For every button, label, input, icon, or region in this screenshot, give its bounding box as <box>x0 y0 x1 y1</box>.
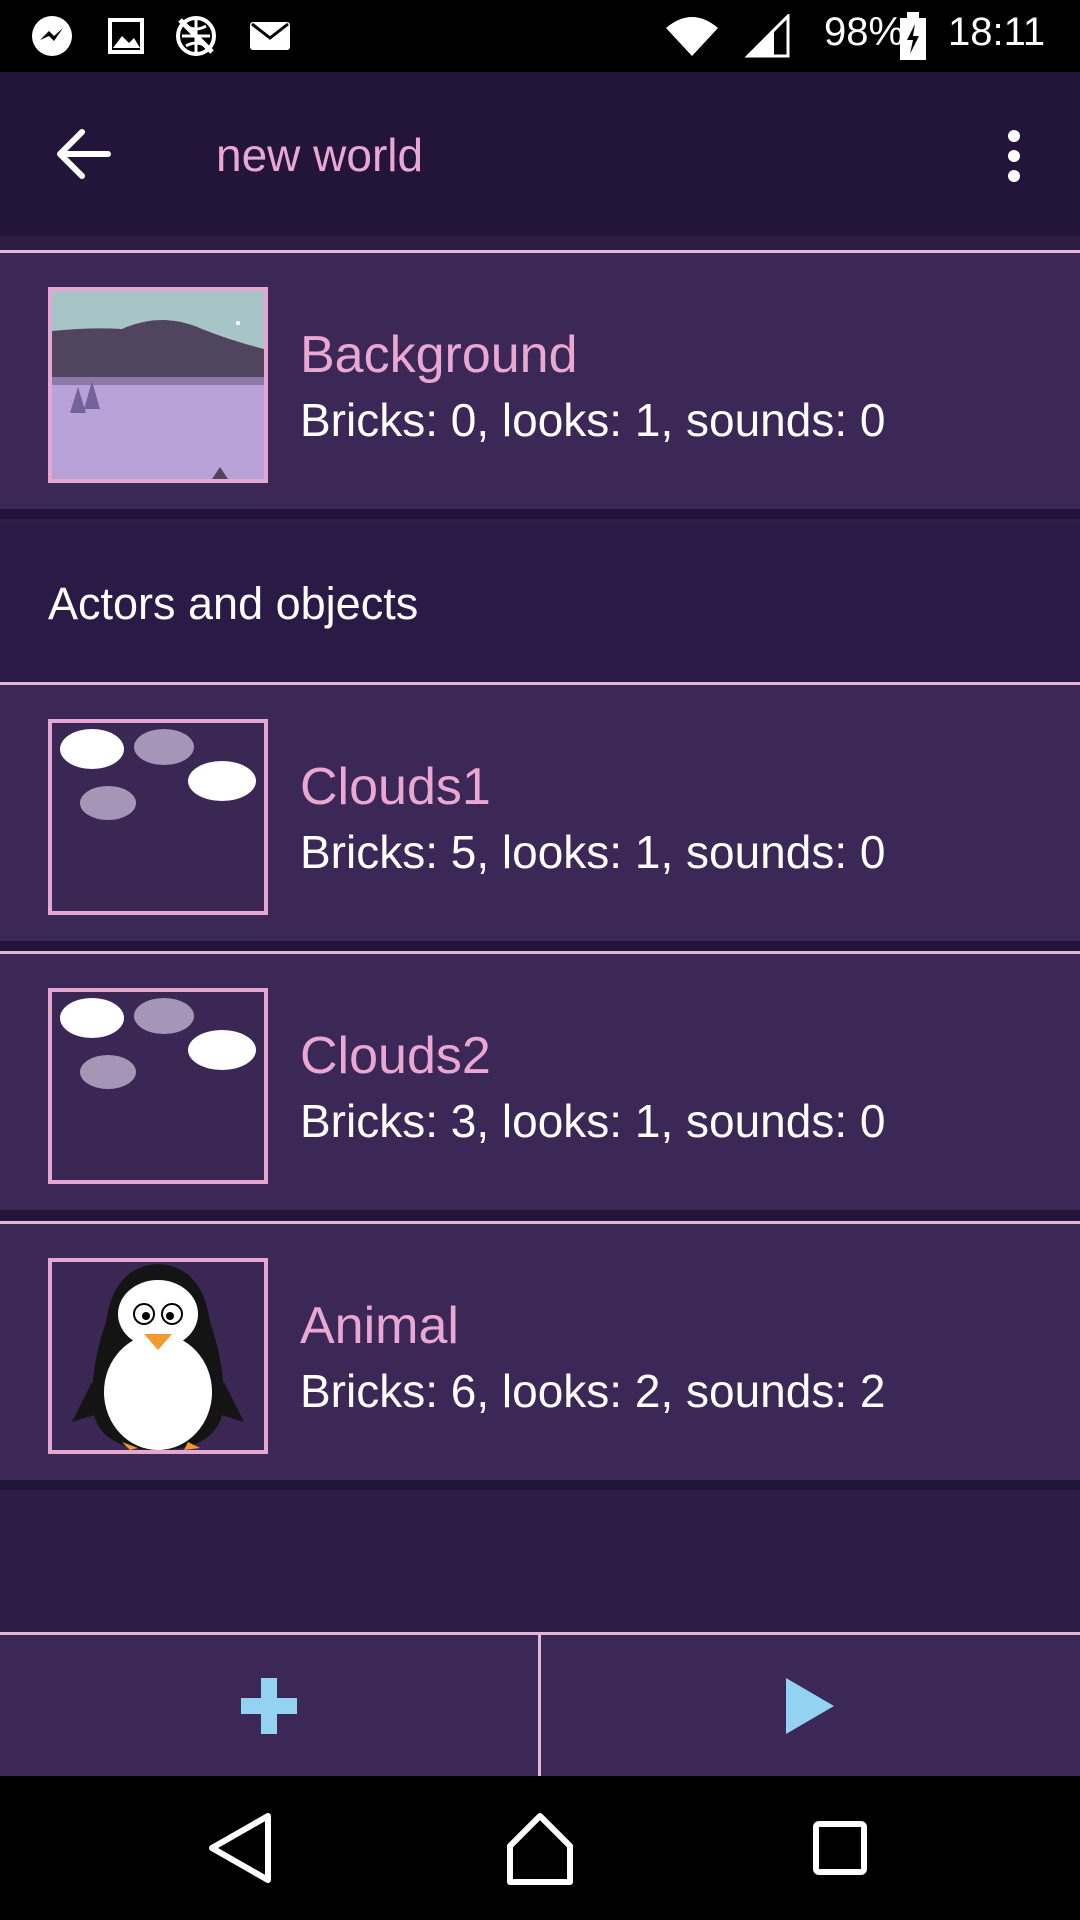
nav-recents-icon[interactable] <box>798 1806 882 1890</box>
object-details: Bricks: 5, looks: 1, sounds: 0 <box>300 826 886 878</box>
bottom-bar <box>0 1632 1080 1776</box>
page-title: new world <box>216 129 424 181</box>
clouds-thumbnail <box>48 719 268 915</box>
object-name: Background <box>300 326 578 384</box>
background-thumbnail <box>48 287 268 483</box>
object-name: Animal <box>300 1297 459 1355</box>
nav-home-icon[interactable] <box>498 1806 582 1890</box>
object-row-clouds2[interactable]: Clouds2 Bricks: 3, looks: 1, sounds: 0 <box>0 954 1080 1210</box>
image-icon <box>108 18 144 54</box>
battery-charging-icon <box>900 12 926 60</box>
battery-percent: 98% <box>824 10 905 54</box>
mail-icon <box>250 22 290 50</box>
row-shadow <box>0 941 1080 951</box>
arrow-left-icon[interactable] <box>52 124 116 184</box>
play-button[interactable] <box>541 1635 1079 1776</box>
nav-back-icon[interactable] <box>198 1806 282 1890</box>
object-name: Clouds1 <box>300 758 491 816</box>
add-button[interactable] <box>0 1635 538 1776</box>
system-nav-bar <box>0 1776 1080 1920</box>
status-time: 18:11 <box>948 10 1046 54</box>
play-icon <box>786 1677 834 1734</box>
penguin-thumbnail <box>48 1258 268 1454</box>
wifi-icon <box>666 17 718 56</box>
row-shadow <box>0 509 1080 519</box>
object-details: Bricks: 3, looks: 1, sounds: 0 <box>300 1095 886 1147</box>
row-shadow <box>0 1210 1080 1220</box>
signal-icon <box>744 14 790 58</box>
object-details: Bricks: 6, looks: 2, sounds: 2 <box>300 1365 886 1417</box>
object-row-clouds1[interactable]: Clouds1 Bricks: 5, looks: 1, sounds: 0 <box>0 685 1080 941</box>
no-network-icon <box>176 16 216 56</box>
background-row[interactable]: Background Bricks: 0, looks: 1, sounds: … <box>0 253 1080 509</box>
more-vert-icon[interactable] <box>994 128 1034 184</box>
object-row-animal[interactable]: Animal Bricks: 6, looks: 2, sounds: 2 <box>0 1224 1080 1480</box>
messenger-icon <box>32 16 72 56</box>
plus-icon <box>241 1677 297 1734</box>
app-bar: new world <box>0 72 1080 236</box>
section-header: Actors and objects <box>0 526 1080 682</box>
object-name: Clouds2 <box>300 1027 491 1085</box>
object-details: Bricks: 0, looks: 1, sounds: 0 <box>300 394 886 446</box>
section-header-label: Actors and objects <box>48 578 419 629</box>
clouds-thumbnail <box>48 988 268 1184</box>
status-bar: 98% 18:11 <box>0 0 1080 72</box>
row-shadow <box>0 1480 1080 1490</box>
